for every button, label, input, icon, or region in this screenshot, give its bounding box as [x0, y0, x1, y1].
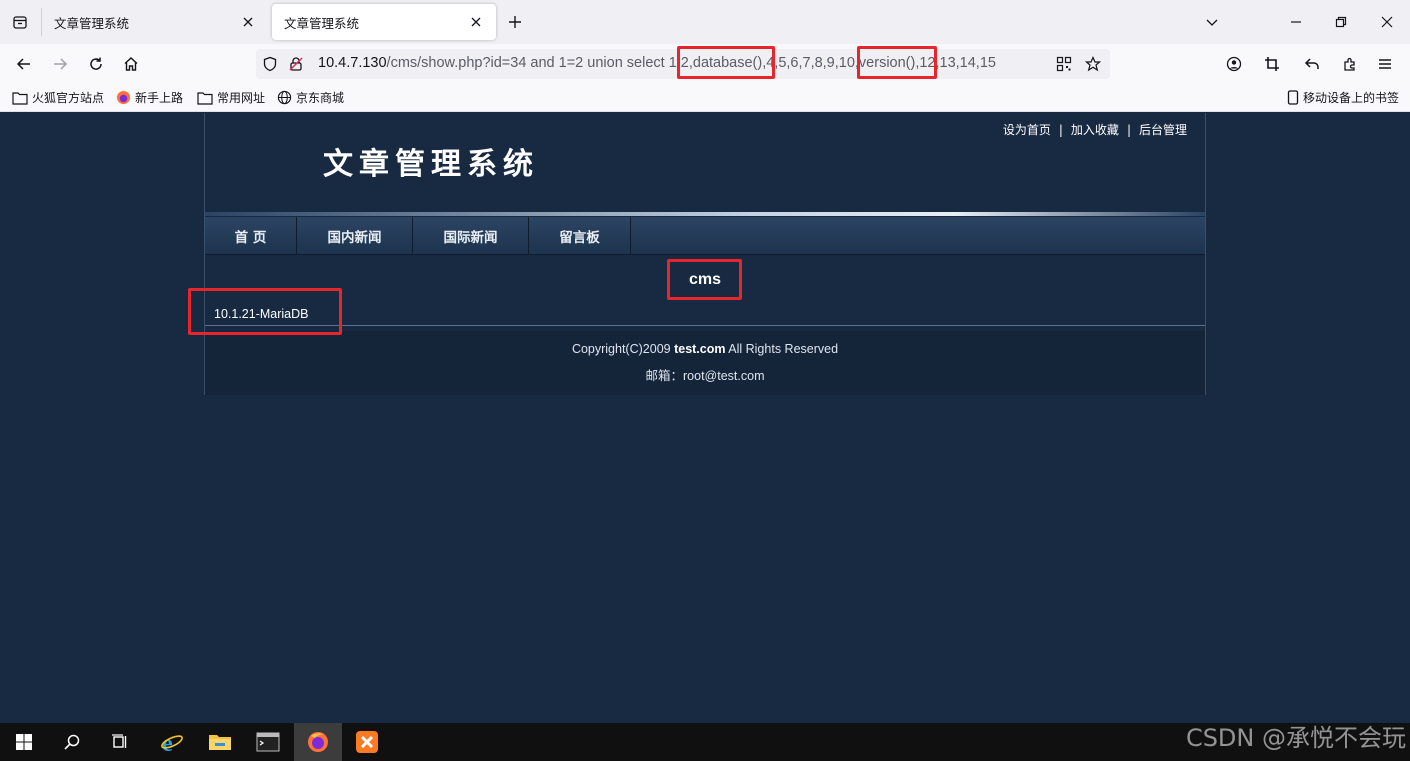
firefox-taskbar-icon[interactable] — [294, 723, 342, 761]
reload-icon[interactable] — [84, 52, 108, 76]
footer: Copyright(C)2009 test.com All Rights Res… — [205, 331, 1205, 395]
account-icon[interactable] — [1222, 52, 1246, 76]
add-favorite-link[interactable]: 加入收藏 — [1071, 123, 1119, 137]
terminal-icon[interactable] — [244, 723, 292, 761]
firefox-icon — [116, 90, 131, 105]
file-explorer-icon[interactable] — [196, 723, 244, 761]
restore-icon[interactable] — [1327, 8, 1355, 36]
menu-item-guestbook[interactable]: 留言板 — [529, 217, 631, 255]
home-icon[interactable] — [119, 52, 143, 76]
tab-inactive[interactable]: 文章管理系统 — [42, 4, 268, 40]
folder-icon — [12, 91, 28, 105]
mobile-bookmarks[interactable]: 移动设备上的书签 — [1287, 89, 1399, 106]
extensions-icon[interactable] — [1338, 52, 1362, 76]
windows-start-icon[interactable] — [0, 723, 48, 761]
window-close-icon[interactable] — [1373, 8, 1401, 36]
bookmark-label: 新手上路 — [135, 91, 184, 105]
close-icon[interactable] — [466, 12, 486, 32]
highlight-database-payload — [677, 46, 775, 79]
bookmark-label: 京东商城 — [296, 91, 345, 105]
watermark: CSDN @承悦不会玩 — [1185, 724, 1406, 752]
bookmark-star-icon[interactable] — [1084, 56, 1102, 76]
close-icon[interactable] — [238, 12, 258, 32]
tab-active[interactable]: 文章管理系统 — [272, 4, 496, 40]
menu-item-domestic-news[interactable]: 国内新闻 — [297, 217, 413, 255]
email-value: root@test.com — [683, 369, 765, 383]
undo-arrow-icon[interactable] — [1300, 52, 1324, 76]
folder-icon — [197, 91, 213, 105]
copyright-prefix: Copyright(C)2009 — [571, 342, 675, 356]
set-homepage-link[interactable]: 设为首页 — [1003, 123, 1051, 137]
mobile-device-icon — [1287, 90, 1299, 105]
highlight-version-result — [188, 288, 342, 335]
tab-title: 文章管理系统 — [54, 15, 130, 31]
menu-icon[interactable] — [1373, 52, 1397, 76]
header-divider — [205, 212, 1205, 216]
forward-arrow-icon[interactable] — [48, 52, 72, 76]
tab-bar: 文章管理系统 文章管理系统 — [0, 0, 1410, 44]
footer-copyright: Copyright(C)2009 test.com All Rights Res… — [205, 342, 1205, 356]
menu-item-international-news[interactable]: 国际新闻 — [413, 217, 529, 255]
shield-icon[interactable] — [262, 56, 278, 76]
bookmark-item[interactable]: 京东商城 — [277, 89, 344, 106]
minimize-icon[interactable] — [1282, 8, 1310, 36]
site-title: 文章管理系统 — [323, 147, 539, 182]
new-tab-icon[interactable] — [503, 10, 527, 34]
globe-icon — [277, 90, 292, 105]
bookmark-item[interactable]: 新手上路 — [116, 89, 183, 106]
task-view-icon[interactable] — [96, 723, 144, 761]
highlight-version-payload — [857, 46, 937, 79]
tab-list-icon[interactable] — [8, 10, 32, 34]
chevron-down-icon[interactable] — [1198, 8, 1226, 36]
content-divider — [205, 325, 1205, 326]
admin-link[interactable]: 后台管理 — [1139, 123, 1187, 137]
footer-email: 邮箱：root@test.com — [205, 365, 1205, 384]
mobile-bookmarks-label: 移动设备上的书签 — [1303, 91, 1400, 105]
bookmark-item[interactable]: 常用网址 — [197, 89, 265, 106]
top-links: 设为首页 | 加入收藏 | 后台管理 — [1002, 123, 1187, 137]
highlight-database-result — [667, 259, 742, 300]
page-container: 设为首页 | 加入收藏 | 后台管理 文章管理系统 首 页 国内新闻 国际新闻 留言板 … — [204, 113, 1206, 395]
bookmarks-toolbar: 火狐官方站点 新手上路 常用网址 京东商城 移动设备上的书签 — [0, 84, 1410, 112]
tab-title: 文章管理系统 — [284, 15, 360, 31]
bookmark-label: 火狐官方站点 — [32, 91, 105, 105]
qr-code-icon[interactable] — [1056, 56, 1072, 76]
email-label: 邮箱： — [645, 369, 684, 383]
screenshot-crop-icon[interactable] — [1260, 52, 1284, 76]
xampp-icon[interactable] — [343, 723, 391, 761]
menu-item-home[interactable]: 首 页 — [205, 217, 297, 255]
insecure-lock-icon[interactable] — [288, 56, 304, 76]
url-host: 10.4.7.130 — [318, 55, 387, 71]
back-arrow-icon[interactable] — [12, 52, 36, 76]
bookmark-item[interactable]: 火狐官方站点 — [12, 89, 104, 106]
bookmark-label: 常用网址 — [217, 91, 266, 105]
internet-explorer-icon[interactable]: e — [148, 723, 196, 761]
footer-domain: test.com — [674, 342, 726, 356]
copyright-suffix: All Rights Reserved — [725, 342, 839, 356]
main-menu: 首 页 国内新闻 国际新闻 留言板 — [205, 217, 1205, 255]
search-icon[interactable] — [48, 723, 96, 761]
